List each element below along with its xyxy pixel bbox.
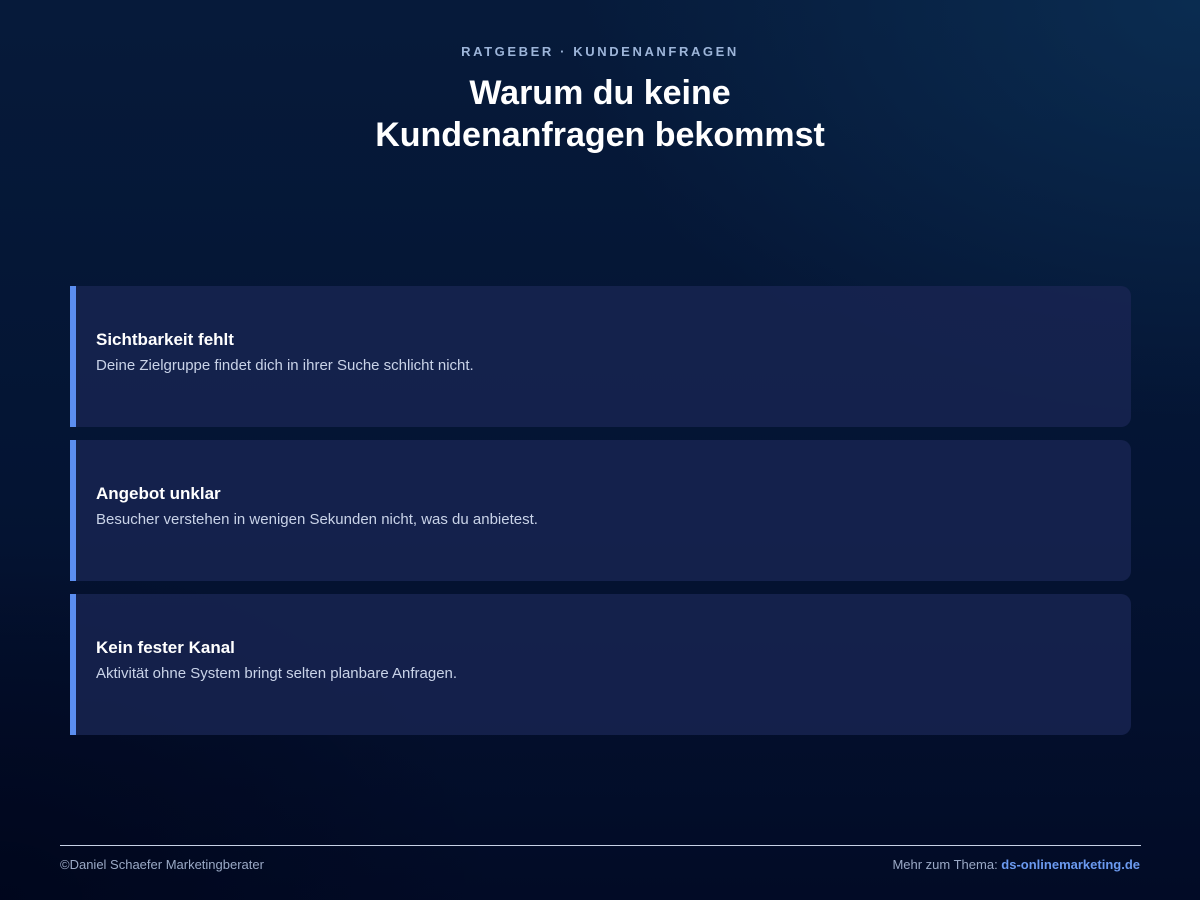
page-title: Warum du keine Kundenanfragen bekommst: [300, 72, 900, 156]
reason-card-title: Sichtbarkeit fehlt: [96, 330, 234, 349]
reason-card-text: Aktivität ohne System bringt selten plan…: [96, 665, 458, 682]
footer-more-label: Mehr zum Thema:: [892, 857, 1002, 872]
page: RATGEBER · KUNDENANFRAGEN Warum du keine…: [0, 0, 1200, 900]
reason-card-title: Angebot unklar: [96, 484, 221, 503]
reason-card-channel: Kein fester Kanal Aktivität ohne System …: [70, 594, 1131, 735]
footer-more-info: Mehr zum Thema: ds-onlinemarketing.de: [892, 857, 1140, 872]
reason-card-visibility: Sichtbarkeit fehlt Deine Zielgruppe find…: [70, 286, 1131, 427]
reason-card-text: Besucher verstehen in wenigen Sekunden n…: [96, 511, 538, 528]
section-kicker: RATGEBER · KUNDENANFRAGEN: [461, 44, 739, 59]
page-title-line-2: Kundenanfragen bekommst: [375, 116, 825, 154]
reason-cards: Sichtbarkeit fehlt Deine Zielgruppe find…: [70, 286, 1131, 748]
footer-copyright: ©Daniel Schaefer Marketingberater: [60, 857, 264, 872]
footer-divider: [60, 845, 1141, 846]
reason-card-text: Deine Zielgruppe findet dich in ihrer Su…: [96, 357, 474, 374]
reason-card-title: Kein fester Kanal: [96, 638, 235, 657]
footer-website-link[interactable]: ds-onlinemarketing.de: [1001, 857, 1140, 872]
reason-card-offer: Angebot unklar Besucher verstehen in wen…: [70, 440, 1131, 581]
page-title-line-1: Warum du keine: [469, 74, 731, 112]
